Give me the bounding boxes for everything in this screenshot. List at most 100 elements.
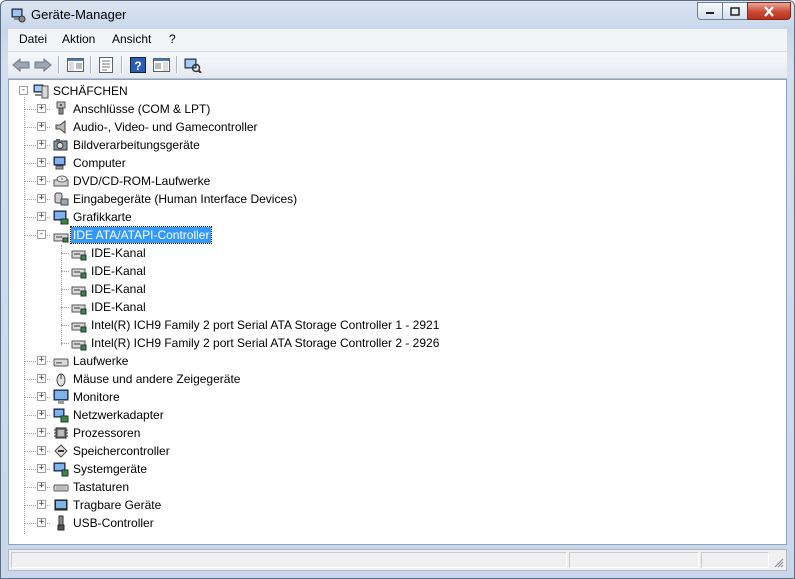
display-adapter-icon [53,209,69,225]
tree-category[interactable]: + Audio-, Video- und Gamecontroller [9,118,786,136]
title-bar[interactable]: Geräte-Manager [1,1,794,29]
tree-device[interactable]: IDE-Kanal [9,298,786,316]
expand-toggle[interactable]: + [37,140,46,149]
back-icon[interactable] [10,54,32,75]
expand-toggle[interactable]: + [37,356,46,365]
tree-category[interactable]: + Grafikkarte [9,208,786,226]
status-cell-3 [701,552,769,568]
resize-grip-icon[interactable] [773,557,784,568]
maximize-button[interactable] [722,2,748,20]
tree-node-label: DVD/CD-ROM-Laufwerke [73,174,211,188]
keyboard-icon [53,479,69,495]
tree-node-label: Grafikkarte [73,210,132,224]
device-tree[interactable]: - SCHÄFCHEN + Anschlüsse (COM & LPT) + Audio-… [8,79,787,545]
port-icon [53,101,69,117]
tree-node-label: Systemgeräte [73,462,148,476]
tree-category[interactable]: + DVD/CD-ROM-Laufwerke [9,172,786,190]
expand-toggle[interactable]: + [37,374,46,383]
properties-icon[interactable] [95,54,117,75]
expand-toggle[interactable]: + [37,410,46,419]
expand-toggle[interactable]: + [37,500,46,509]
expand-toggle[interactable]: + [37,104,46,113]
status-cell-2 [569,552,699,568]
ide-channel-icon [71,263,87,279]
tree-category[interactable]: + Eingabegeräte (Human Interface Devices) [9,190,786,208]
menu-ansicht[interactable]: Ansicht [112,32,151,46]
forward-icon[interactable] [32,54,54,75]
tree-category[interactable]: + Tastaturen [9,478,786,496]
usb-icon [53,515,69,531]
tree-node-label: Computer [73,156,126,170]
processor-icon [53,425,69,441]
hid-icon [53,191,69,207]
expand-toggle[interactable]: + [37,212,46,221]
tree-device[interactable]: Intel(R) ICH9 Family 2 port Serial ATA S… [9,316,786,334]
tree-category[interactable]: + Netzwerkadapter [9,406,786,424]
storage-controller-icon [53,443,69,459]
ide-channel-icon [71,335,87,351]
tree-category[interactable]: + Mäuse und andere Zeigegeräte [9,370,786,388]
tree-category[interactable]: + Prozessoren [9,424,786,442]
expand-toggle[interactable]: + [37,158,46,167]
tree-line [61,307,69,308]
tree-device[interactable]: IDE-Kanal [9,280,786,298]
help-icon[interactable]: ? [127,54,149,75]
minimize-button[interactable] [697,2,723,20]
tree-node-label: USB-Controller [73,516,154,530]
expand-toggle[interactable]: + [37,482,46,491]
tree-device[interactable]: IDE-Kanal [9,244,786,262]
tree-category[interactable]: + USB-Controller [9,514,786,532]
tree-category[interactable]: + Monitore [9,388,786,406]
tree-line [61,289,69,290]
portable-device-icon [53,497,69,513]
tree-device[interactable]: Intel(R) ICH9 Family 2 port Serial ATA S… [9,334,786,352]
collapse-toggle[interactable]: - [37,230,46,239]
system-devices-icon [53,461,69,477]
root-computer-icon [33,83,49,99]
tree-category[interactable]: - IDE ATA/ATAPI-Controller [9,226,786,244]
menu-help[interactable]: ? [169,32,176,46]
scan-hardware-icon[interactable] [182,54,204,75]
tree-node-label: IDE-Kanal [91,246,146,260]
tree-node-label: IDE ATA/ATAPI-Controller [69,226,213,244]
menu-datei[interactable]: Datei [19,32,47,46]
expand-toggle[interactable]: + [37,392,46,401]
tree-root[interactable]: - SCHÄFCHEN [9,82,786,100]
tree-node-label: Anschlüsse (COM & LPT) [73,102,211,116]
expand-toggle[interactable]: + [37,446,46,455]
status-cell-main [11,552,567,568]
tree-category[interactable]: + Systemgeräte [9,460,786,478]
menu-aktion[interactable]: Aktion [62,32,95,46]
collapse-toggle[interactable]: - [19,86,28,95]
tree-node-label: Audio-, Video- und Gamecontroller [73,120,258,134]
device-manager-window: Geräte-Manager Datei Aktion Ansicht ? ? … [0,0,795,579]
ide-channel-icon [71,299,87,315]
ide-channel-icon [71,317,87,333]
expand-toggle[interactable]: + [37,176,46,185]
ide-channel-icon [71,245,87,261]
expand-toggle[interactable]: + [37,518,46,527]
tree-category[interactable]: + Speichercontroller [9,442,786,460]
camera-icon [53,137,69,153]
expand-toggle[interactable]: + [37,194,46,203]
tree-line [61,325,69,326]
tree-category[interactable]: + Laufwerke [9,352,786,370]
svg-text:?: ? [134,59,141,73]
expand-toggle[interactable]: + [37,428,46,437]
expand-toggle[interactable]: + [37,122,46,131]
expand-toggle[interactable]: + [37,464,46,473]
tree-category[interactable]: + Anschlüsse (COM & LPT) [9,100,786,118]
tree-category[interactable]: + Bildverarbeitungsgeräte [9,136,786,154]
device-manager-icon [10,7,26,23]
tree-node-label: Bildverarbeitungsgeräte [73,138,200,152]
network-adapter-icon [53,407,69,423]
close-button[interactable] [747,2,791,20]
tree-node-label: Intel(R) ICH9 Family 2 port Serial ATA S… [91,318,440,332]
tree-category[interactable]: + Computer [9,154,786,172]
computer-icon [53,155,69,171]
show-hide-tree-icon[interactable] [64,54,86,75]
tree-device[interactable]: IDE-Kanal [9,262,786,280]
ide-controller-icon [53,227,69,243]
tree-category[interactable]: + Tragbare Geräte [9,496,786,514]
action-pane-icon[interactable] [150,54,172,75]
